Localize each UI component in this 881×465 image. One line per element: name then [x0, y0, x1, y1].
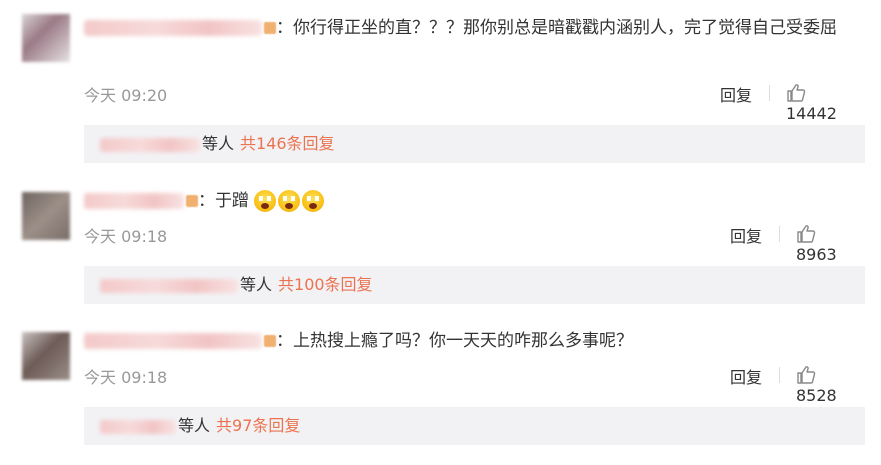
thumbs-up-icon: [787, 83, 806, 102]
comment-text: ：你行得正坐的直？？？那你别总是暗戳戳内涵别人，完了觉得自己受委屈: [276, 18, 837, 38]
like-count: 8528: [796, 385, 837, 405]
timestamp: 今天 09:20: [84, 86, 168, 105]
comment-meta: 今天 09:18 回复 8963: [84, 223, 861, 264]
badge-icon: [264, 335, 276, 347]
reply-button[interactable]: 回复: [730, 364, 762, 388]
reply-button[interactable]: 回复: [730, 223, 762, 247]
like-button[interactable]: 8963: [796, 223, 861, 264]
like-count: 8963: [796, 244, 837, 264]
like-button[interactable]: 14442: [786, 82, 861, 123]
scared-face-emoji: [302, 190, 325, 212]
reply-users-blurred: [100, 419, 176, 434]
like-count: 14442: [786, 103, 837, 123]
reply-button[interactable]: 回复: [720, 82, 752, 106]
comment-text: ：上热搜上瘾了吗？你一天天的咋那么多事呢？: [276, 331, 633, 351]
sub-replies-box[interactable]: 等人 共146条回复: [84, 125, 865, 163]
comment-meta: 今天 09:20 回复 14442: [84, 82, 861, 123]
reply-users-suffix: 等人: [240, 275, 273, 294]
comment-body: ：你行得正坐的直？？？那你别总是暗戳戳内涵别人，完了觉得自己受委屈: [84, 15, 861, 42]
username-blurred[interactable]: [84, 333, 262, 349]
reply-users-blurred: [100, 137, 200, 152]
username-blurred[interactable]: [84, 20, 262, 36]
avatar[interactable]: [22, 192, 70, 240]
badge-icon: [264, 22, 276, 34]
avatar[interactable]: [22, 14, 70, 62]
reply-users-blurred: [100, 278, 238, 293]
comment-meta: 今天 09:18 回复 8528: [84, 364, 861, 405]
username-blurred[interactable]: [84, 193, 184, 209]
thumbs-up-icon: [797, 224, 816, 243]
scared-face-emoji: [254, 190, 277, 212]
reply-users-suffix: 等人: [202, 134, 235, 153]
thumbs-up-icon: [797, 365, 816, 384]
divider: [779, 226, 780, 242]
comment-text: ：于蹭: [198, 191, 249, 211]
timestamp: 今天 09:18: [84, 227, 168, 246]
sub-replies-box[interactable]: 等人 共100条回复: [84, 266, 865, 304]
avatar[interactable]: [22, 332, 70, 380]
comment-body: ：于蹭: [84, 188, 861, 215]
scared-face-emoji: [278, 190, 301, 212]
comment-body: ：上热搜上瘾了吗？你一天天的咋那么多事呢？: [84, 328, 861, 355]
divider: [779, 367, 780, 383]
divider: [769, 85, 770, 101]
badge-icon: [186, 195, 198, 207]
sub-replies-box[interactable]: 等人 共97条回复: [84, 407, 865, 445]
timestamp: 今天 09:18: [84, 368, 168, 387]
reply-count-link[interactable]: 共146条回复: [240, 134, 335, 153]
like-button[interactable]: 8528: [796, 364, 861, 405]
reply-count-link[interactable]: 共97条回复: [216, 416, 300, 435]
reply-count-link[interactable]: 共100条回复: [278, 275, 373, 294]
reply-users-suffix: 等人: [178, 416, 211, 435]
